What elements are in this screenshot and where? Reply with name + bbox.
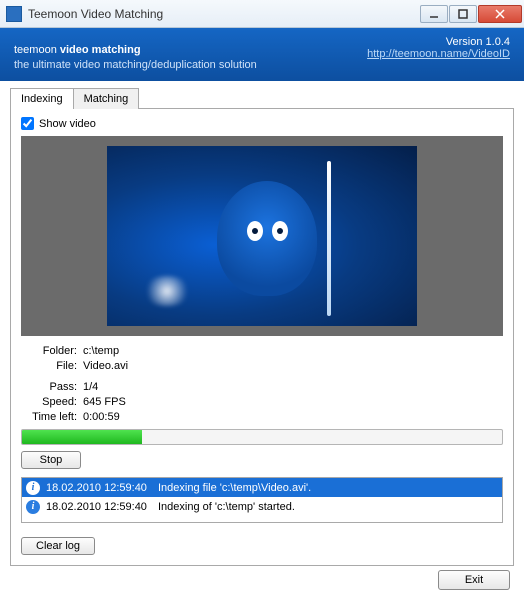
brand-bold: video matching	[60, 44, 141, 56]
tab-indexing[interactable]: Indexing	[10, 88, 74, 109]
tab-matching[interactable]: Matching	[73, 88, 140, 109]
window-buttons	[420, 5, 522, 23]
app-banner: teemoon video matching the ultimate vide…	[0, 28, 524, 81]
log-timestamp: 18.02.2010 12:59:40	[46, 482, 158, 494]
info-icon: i	[26, 481, 40, 495]
log-timestamp: 18.02.2010 12:59:40	[46, 501, 158, 513]
video-preview	[107, 146, 417, 326]
app-tagline: the ultimate video matching/deduplicatio…	[14, 59, 257, 71]
log-row[interactable]: i 18.02.2010 12:59:40Indexing file 'c:\te…	[22, 478, 502, 497]
minimize-button[interactable]	[420, 5, 448, 23]
close-button[interactable]	[478, 5, 522, 23]
maximize-button[interactable]	[449, 5, 477, 23]
app-icon	[6, 6, 22, 22]
show-video-row: Show video	[21, 117, 503, 130]
video-preview-container	[21, 136, 503, 336]
timeleft-label: Time left:	[21, 410, 77, 425]
file-label: File:	[21, 359, 77, 374]
log-message: Indexing file 'c:\temp\Video.avi'.	[158, 482, 498, 494]
speed-value: 645 FPS	[83, 395, 126, 410]
pass-value: 1/4	[83, 380, 98, 395]
show-video-checkbox[interactable]	[21, 117, 34, 130]
clear-log-button[interactable]: Clear log	[21, 537, 95, 555]
timeleft-value: 0:00:59	[83, 410, 120, 425]
app-brand: teemoon video matching	[14, 36, 257, 59]
main-tabs: Indexing Matching Show video Folder: c:\t…	[0, 81, 524, 566]
version-label: Version 1.0.4	[367, 36, 510, 48]
speed-label: Speed:	[21, 395, 77, 410]
folder-label: Folder:	[21, 344, 77, 359]
log-row[interactable]: i 18.02.2010 12:59:40Indexing of 'c:\temp…	[22, 497, 502, 516]
tab-panel-indexing: Show video Folder: c:\temp File: Video.avi…	[10, 108, 514, 566]
homepage-link[interactable]: http://teemoon.name/VideoID	[367, 48, 510, 60]
window-title: Teemoon Video Matching	[28, 7, 420, 21]
show-video-label[interactable]: Show video	[39, 118, 96, 130]
pass-label: Pass:	[21, 380, 77, 395]
exit-button[interactable]: Exit	[438, 570, 510, 590]
file-value: Video.avi	[83, 359, 128, 374]
stop-button[interactable]: Stop	[21, 451, 81, 469]
indexing-info: Folder: c:\temp File: Video.avi Pass: 1/4 S…	[21, 344, 503, 425]
info-icon: i	[26, 500, 40, 514]
titlebar: Teemoon Video Matching	[0, 0, 524, 28]
progress-bar	[21, 429, 503, 445]
log-table[interactable]: i 18.02.2010 12:59:40Indexing file 'c:\te…	[21, 477, 503, 523]
log-message: Indexing of 'c:\temp' started.	[158, 501, 498, 513]
progress-fill	[22, 430, 142, 444]
folder-value: c:\temp	[83, 344, 119, 359]
brand-light: teemoon	[14, 44, 60, 56]
